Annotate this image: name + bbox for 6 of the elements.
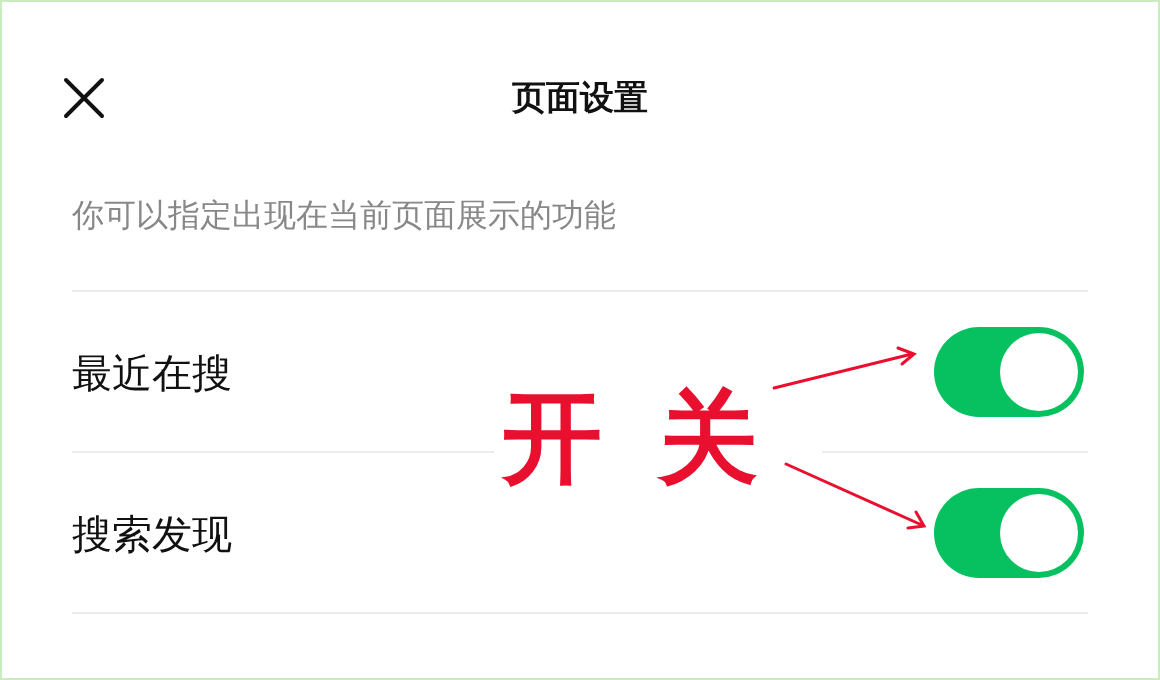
description-text: 你可以指定出现在当前页面展示的功能	[72, 196, 616, 234]
page-title: 页面设置	[512, 76, 648, 119]
setting-label: 最近在搜	[72, 348, 232, 398]
close-icon	[63, 77, 105, 119]
arrow-icon	[772, 344, 920, 392]
setting-label: 搜索发现	[72, 509, 232, 559]
